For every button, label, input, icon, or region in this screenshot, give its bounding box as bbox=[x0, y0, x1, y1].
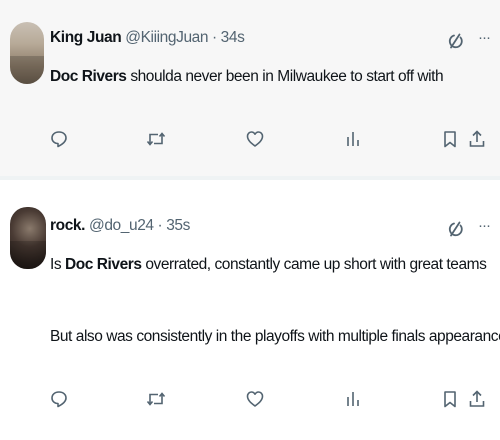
post-text: overrated, constantly came up short with… bbox=[141, 256, 487, 273]
like-icon[interactable] bbox=[244, 128, 266, 150]
reply-icon[interactable] bbox=[48, 388, 70, 410]
repost-icon[interactable] bbox=[145, 128, 167, 150]
more-options-icon[interactable]: ··· bbox=[478, 29, 491, 46]
avatar[interactable] bbox=[10, 22, 44, 84]
post-header: rock. @do_u24 · 35s bbox=[50, 217, 190, 235]
post-header: King Juan @KiiingJuan · 34s bbox=[50, 29, 245, 47]
post-text: Is bbox=[50, 256, 66, 273]
handle-and-time[interactable]: @KiiingJuan · 34s bbox=[125, 29, 245, 46]
post-king-juan[interactable]: King Juan @KiiingJuan · 34s ··· Doc Rive… bbox=[0, 0, 500, 176]
handle-and-time[interactable]: @do_u24 · 35s bbox=[89, 217, 190, 234]
post-text: shoulda never been in Milwaukee to start… bbox=[126, 68, 444, 85]
views-icon[interactable] bbox=[342, 388, 364, 410]
grok-icon[interactable] bbox=[446, 219, 466, 239]
like-icon[interactable] bbox=[244, 388, 266, 410]
reply-icon[interactable] bbox=[48, 128, 70, 150]
grok-icon[interactable] bbox=[446, 31, 466, 51]
share-icon[interactable] bbox=[466, 388, 488, 410]
post-text-line: But also was consistently in the playoff… bbox=[50, 328, 500, 346]
views-icon[interactable] bbox=[342, 128, 364, 150]
bookmark-icon[interactable] bbox=[439, 388, 461, 410]
share-icon[interactable] bbox=[466, 128, 488, 150]
display-name[interactable]: rock. bbox=[50, 217, 85, 234]
post-text-line: Is Doc Rivers overrated, constantly came… bbox=[50, 256, 487, 274]
more-options-icon[interactable]: ··· bbox=[478, 217, 491, 234]
repost-icon[interactable] bbox=[145, 388, 167, 410]
post-text: But also was consistently in the playoff… bbox=[50, 328, 500, 345]
highlight-term: Doc Rivers bbox=[65, 256, 142, 273]
post-text-line: Doc Rivers shoulda never been in Milwauk… bbox=[50, 68, 444, 86]
display-name[interactable]: King Juan bbox=[50, 29, 122, 46]
avatar[interactable] bbox=[10, 207, 46, 269]
post-rock[interactable]: rock. @do_u24 · 35s ··· Is Doc Rivers ov… bbox=[0, 180, 500, 440]
highlight-term: Doc Rivers bbox=[50, 68, 127, 85]
bookmark-icon[interactable] bbox=[439, 128, 461, 150]
